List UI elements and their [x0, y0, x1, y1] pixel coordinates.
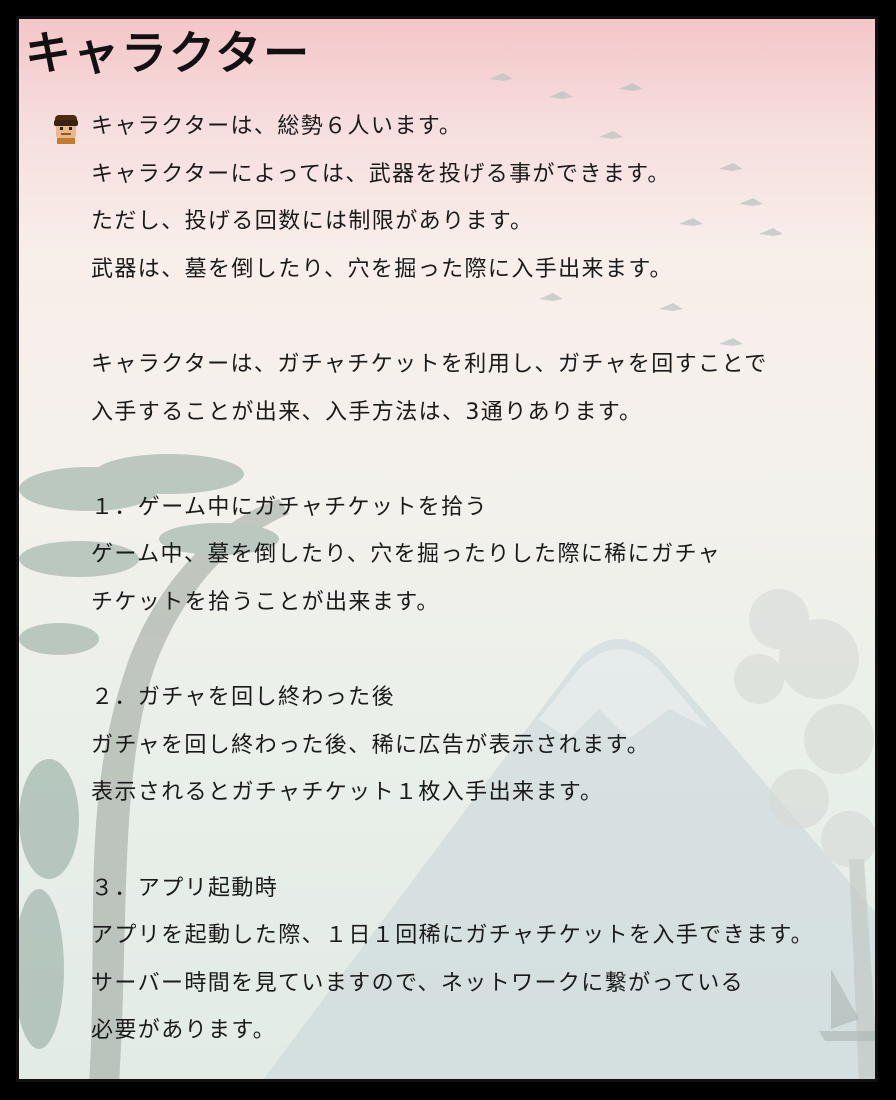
- text-line: サーバー時間を見ていますので、ネットワークに繋がっている: [91, 970, 745, 996]
- page-title: キャラクター: [25, 26, 312, 80]
- text-line: ガチャを回し終わった後、稀に広告が表示されます。: [91, 732, 651, 758]
- description-text: キャラクターは、総勢６人います。 キャラクターによっては、武器を投げる事ができま…: [91, 103, 871, 1055]
- text-line: アプリを起動した際、１日１回稀にガチャチケットを入手できます。: [91, 923, 814, 949]
- character-face-icon: [54, 115, 78, 144]
- text-line: ただし、投げる回数には制限があります。: [91, 209, 534, 235]
- text-line: 入手することが出来、入手方法は、3通りあります。: [91, 399, 643, 425]
- text-line: キャラクターは、総勢６人います。: [91, 114, 463, 139]
- text-line: キャラクターは、ガチャチケットを利用し、ガチャを回すことで: [91, 351, 768, 377]
- text-line: 武器は、墓を倒したり、穴を掘った際に入手出来ます。: [91, 256, 673, 282]
- text-line: ゲーム中、墓を倒したり、穴を掘ったりした際に稀にガチャ: [91, 542, 722, 568]
- text-line: 必要があります。: [91, 1018, 277, 1044]
- page-frame: キャラクター キャラクターは、総勢６人います。 キャラクターによっては、武器を投…: [0, 0, 896, 1100]
- section-heading: ３．アプリ起動時: [91, 875, 279, 901]
- text-line: チケットを拾うことが出来ます。: [91, 589, 440, 615]
- section-heading: ２．ガチャを回し終わった後: [91, 685, 395, 711]
- content-panel: キャラクター キャラクターは、総勢６人います。 キャラクターによっては、武器を投…: [16, 16, 878, 1082]
- text-line: キャラクターによっては、武器を投げる事ができます。: [91, 161, 671, 187]
- section-heading: １．ゲーム中にガチャチケットを拾う: [91, 494, 488, 520]
- text-line: 表示されるとガチャチケット１枚入手出来ます。: [91, 780, 604, 806]
